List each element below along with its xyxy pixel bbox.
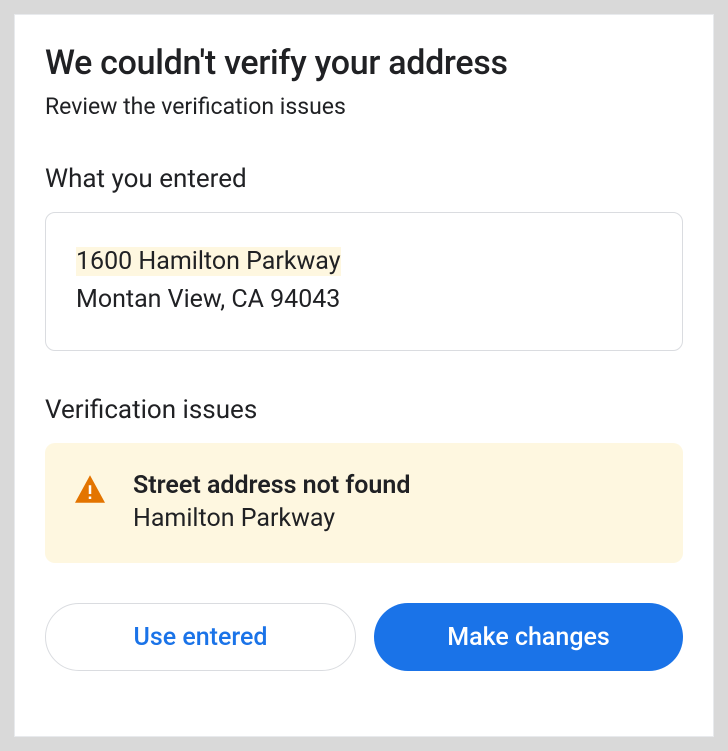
- make-changes-button[interactable]: Make changes: [374, 603, 683, 671]
- issue-text: Street address not found Hamilton Parkwa…: [133, 471, 653, 533]
- address-highlight: 1600 Hamilton Parkway: [76, 247, 341, 276]
- dialog-subtitle: Review the verification issues: [45, 93, 683, 120]
- issues-heading: Verification issues: [45, 395, 683, 425]
- issue-detail: Hamilton Parkway: [133, 504, 653, 533]
- verification-issue-box: Street address not found Hamilton Parkwa…: [45, 443, 683, 563]
- entered-heading: What you entered: [45, 164, 683, 194]
- dialog-title: We couldn't verify your address: [45, 43, 683, 83]
- address-line-2: Montan View, CA 94043: [76, 281, 652, 319]
- warning-icon: [75, 475, 105, 507]
- button-row: Use entered Make changes: [45, 603, 683, 671]
- use-entered-button[interactable]: Use entered: [45, 603, 356, 671]
- address-verification-dialog: We couldn't verify your address Review t…: [14, 14, 714, 737]
- entered-address-box: 1600 Hamilton Parkway Montan View, CA 94…: [45, 212, 683, 351]
- address-line-1: 1600 Hamilton Parkway: [76, 243, 652, 281]
- issue-title: Street address not found: [133, 471, 653, 500]
